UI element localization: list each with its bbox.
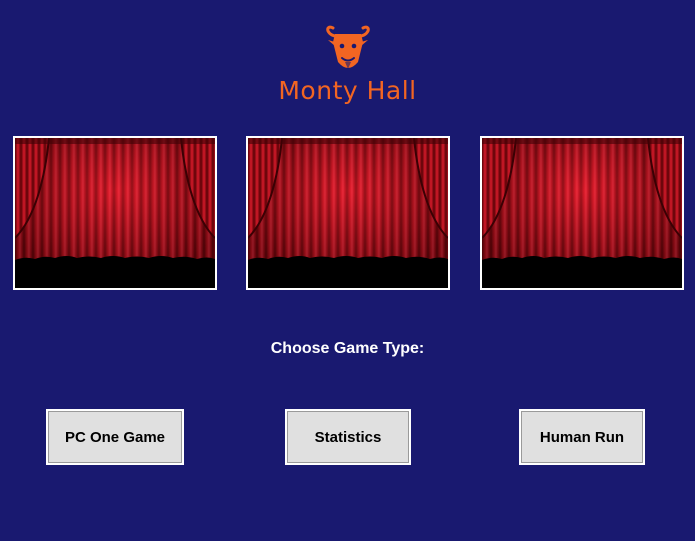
door-1[interactable] <box>13 136 217 290</box>
goat-head-icon <box>325 25 370 69</box>
door-3[interactable] <box>480 136 684 290</box>
app-title: Monty Hall <box>278 76 417 105</box>
pc-one-game-button[interactable]: PC One Game <box>46 409 184 465</box>
curtain-image <box>482 138 682 288</box>
curtain-image <box>15 138 215 288</box>
curtain-image <box>248 138 448 288</box>
door-2[interactable] <box>246 136 450 290</box>
human-run-button[interactable]: Human Run <box>519 409 645 465</box>
game-type-prompt: Choose Game Type: <box>270 340 425 357</box>
statistics-button[interactable]: Statistics <box>285 409 411 465</box>
logo: Monty Hall <box>0 22 695 105</box>
